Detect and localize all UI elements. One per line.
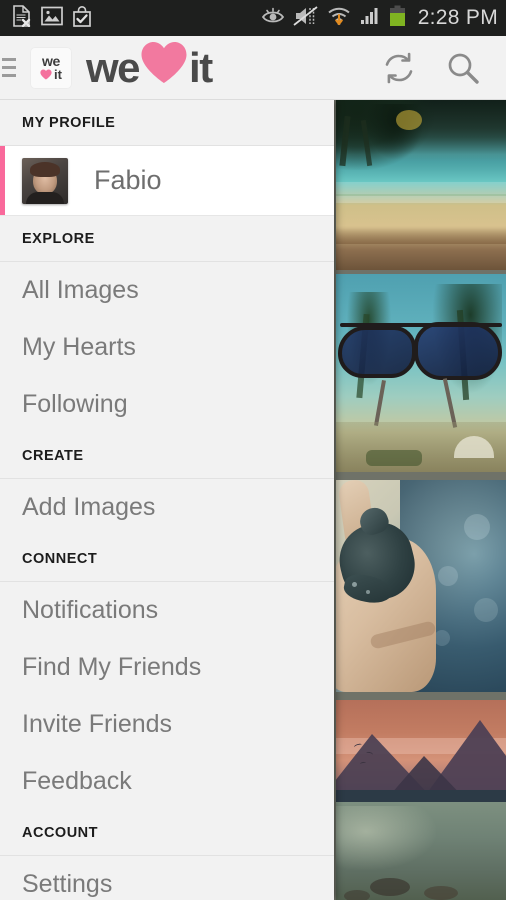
- section-header-connect: CONNECT: [0, 536, 334, 582]
- wordmark-we-text: we: [86, 43, 141, 91]
- status-bar: 2:28 PM: [0, 0, 506, 36]
- app-bar: we it we it: [0, 36, 506, 100]
- photo-feed: [336, 100, 506, 900]
- logo-badge-heart-icon: [40, 69, 52, 80]
- signal-bars-icon: [359, 6, 381, 31]
- app-root: 2:28 PM we it we it MY PROFILE Fabio EXP…: [0, 0, 506, 900]
- selected-accent-bar: [0, 146, 5, 215]
- drawer-item-add-images[interactable]: Add Images: [0, 479, 334, 536]
- drawer-item-all-images[interactable]: All Images: [0, 262, 334, 319]
- bag-check-icon: [72, 5, 92, 32]
- drawer-item-find-my-friends[interactable]: Find My Friends: [0, 639, 334, 696]
- mountain-lake-dusk-photo[interactable]: [336, 700, 506, 900]
- drawer-item-feedback[interactable]: Feedback: [0, 753, 334, 810]
- drawer-item-invite-friends[interactable]: Invite Friends: [0, 696, 334, 753]
- section-header-account: ACCOUNT: [0, 810, 334, 856]
- document-x-icon: [12, 4, 32, 32]
- battery-icon: [389, 5, 406, 32]
- sunglasses-palm-reflection-photo[interactable]: [336, 274, 506, 472]
- drawer-item-settings[interactable]: Settings: [0, 856, 334, 900]
- wifi-download-icon: [327, 5, 351, 32]
- app-bar-actions: [382, 51, 506, 85]
- status-bar-clock: 2:28 PM: [417, 6, 498, 29]
- section-header-explore: EXPLORE: [0, 216, 334, 262]
- photo-icon: [41, 6, 63, 31]
- drawer-item-following[interactable]: Following: [0, 376, 334, 433]
- app-logo-badge[interactable]: we it: [30, 46, 72, 89]
- wordmark-it-text: it: [189, 43, 213, 91]
- avatar: [22, 157, 68, 204]
- hamburger-icon[interactable]: [2, 58, 24, 77]
- drawer-item-notifications[interactable]: Notifications: [0, 582, 334, 639]
- section-header-create: CREATE: [0, 433, 334, 479]
- tropical-beach-palms-photo[interactable]: [336, 100, 506, 270]
- navigation-drawer: MY PROFILE Fabio EXPLORE All Images My H…: [0, 100, 334, 900]
- status-bar-left-icons: [12, 4, 92, 32]
- smart-stay-eye-icon: [261, 6, 285, 31]
- refresh-icon[interactable]: [382, 51, 416, 85]
- drawer-item-profile[interactable]: Fabio: [0, 146, 334, 216]
- drawer-item-my-hearts[interactable]: My Hearts: [0, 319, 334, 376]
- sound-muted-icon: [293, 5, 319, 32]
- status-bar-right-icons: 2:28 PM: [261, 5, 498, 32]
- app-wordmark: we it: [86, 41, 213, 95]
- wordmark-heart-icon: [140, 41, 188, 95]
- logo-badge-it-text: it: [54, 66, 62, 82]
- sea-turtle-in-hand-photo[interactable]: [336, 480, 506, 692]
- profile-name: Fabio: [94, 165, 162, 195]
- search-icon[interactable]: [446, 51, 480, 85]
- section-header-my-profile: MY PROFILE: [0, 100, 334, 146]
- logo-badge-we-text: we: [42, 52, 60, 69]
